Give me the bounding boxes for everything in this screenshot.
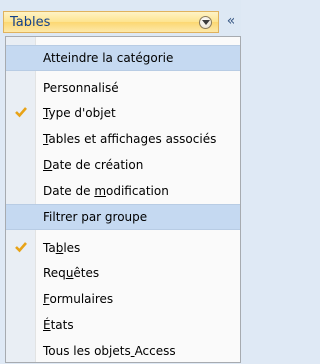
menu-item-personnalise[interactable]: Personnalisé (6, 75, 240, 101)
menu-item-label: Formulaires (43, 292, 114, 306)
section-label: Filtrer par groupe (43, 210, 148, 224)
menu-item-label: Type d'objet (43, 106, 116, 120)
menu-item-etats[interactable]: États (6, 312, 240, 338)
menu-item-date-creation[interactable]: Date de création (6, 152, 240, 178)
collapse-pane-button[interactable]: « (221, 11, 241, 33)
checkmark-icon (15, 242, 27, 253)
menu-item-tous-objets[interactable]: Tous les objets Access (6, 338, 240, 364)
section-label: Atteindre la catégorie (43, 51, 174, 65)
checkmark-icon (15, 107, 27, 118)
category-selector-label: Tables (10, 15, 51, 30)
menu-item-label: Tables et affichages associés (43, 132, 217, 146)
navigation-pane-header: Tables « (0, 0, 241, 36)
menu-item-label: Date de création (43, 158, 144, 172)
menu-item-label: Date de modification (43, 184, 169, 198)
menu-item-label: Tous les objets Access (43, 344, 176, 358)
category-selector[interactable]: Tables (3, 11, 219, 33)
menu-item-date-modification[interactable]: Date de modification (6, 178, 240, 204)
menu-item-requetes[interactable]: Requêtes (6, 260, 240, 286)
menu-item-tables-affichages[interactable]: Tables et affichages associés (6, 126, 240, 152)
section-header-category: Atteindre la catégorie (6, 45, 240, 71)
chevron-down-icon[interactable] (199, 16, 212, 29)
navigation-menu: Atteindre la catégorie Personnalisé Type… (5, 36, 241, 363)
menu-item-type-objet[interactable]: Type d'objet (6, 100, 240, 126)
menu-item-formulaires[interactable]: Formulaires (6, 286, 240, 312)
menu-item-label: Personnalisé (43, 81, 119, 95)
menu-item-label: Tables (43, 241, 81, 255)
menu-item-tables[interactable]: Tables (6, 235, 240, 261)
menu-item-label: États (43, 318, 74, 332)
menu-item-label: Requêtes (43, 266, 100, 280)
section-header-filter: Filtrer par groupe (6, 204, 240, 230)
